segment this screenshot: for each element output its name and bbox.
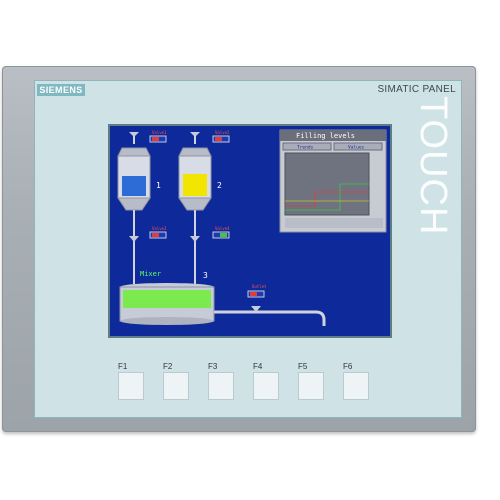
inlet-valve-icon: [190, 132, 200, 137]
tank-1-number: 1: [156, 181, 161, 190]
f4-key[interactable]: F4: [253, 362, 285, 400]
tab-trends-label: Trends: [297, 145, 314, 151]
f3-key-label: F3: [208, 362, 218, 371]
f4-key-label: F4: [253, 362, 263, 371]
inlet-valve-icon: [129, 132, 139, 137]
valve-3-label: Valve3: [152, 226, 167, 231]
f5-key-label: F5: [298, 362, 308, 371]
valve-1[interactable]: Valve1: [149, 130, 167, 143]
valve-icon: [190, 236, 200, 242]
function-key-row: F1 F2 F3 F4 F5 F6: [118, 362, 378, 402]
f2-key[interactable]: F2: [163, 362, 195, 400]
touch-label: TOUCH: [412, 96, 454, 236]
outlet-label: Outlet: [252, 284, 267, 289]
tank-2[interactable]: 2: [178, 147, 222, 211]
f1-key[interactable]: F1: [118, 362, 150, 400]
f1-key-label: F1: [118, 362, 128, 371]
f5-key[interactable]: F5: [298, 362, 330, 400]
valve-icon: [129, 236, 139, 242]
valve-4-label: Valve4: [215, 226, 230, 231]
trend-window[interactable]: Filling levels Trends Values: [279, 129, 387, 233]
valve-3[interactable]: Valve3: [149, 226, 167, 239]
f3-key[interactable]: F3: [208, 362, 240, 400]
tank-1-level: [122, 176, 146, 196]
hmi-screen[interactable]: Valve1 Valve2 1 2 Valve3 Valve4 Mixer 3 …: [108, 124, 392, 338]
trend-window-title: Filling levels: [296, 132, 355, 140]
process-diagram: Valve1 Valve2 1 2 Valve3 Valve4 Mixer 3 …: [117, 129, 387, 326]
tab-values-label: Values: [348, 145, 365, 151]
tank-2-number: 2: [217, 181, 222, 190]
tank-3-number: 3: [203, 271, 208, 280]
valve-2-label: Valve2: [215, 130, 230, 135]
brand-logo: SIEMENS: [37, 84, 85, 96]
trend-window-footer: [285, 218, 383, 228]
f2-key-label: F2: [163, 362, 173, 371]
mixer-label: Mixer: [140, 270, 161, 278]
outlet-pipe-elbow: [315, 310, 326, 326]
tank-1[interactable]: 1: [117, 147, 161, 211]
outlet[interactable]: Outlet: [214, 284, 326, 326]
mixer-level: [123, 290, 211, 308]
valve-2[interactable]: Valve2: [212, 130, 230, 143]
valve-4[interactable]: Valve4: [212, 226, 230, 239]
f6-key-label: F6: [343, 362, 353, 371]
valve-1-label: Valve1: [152, 130, 167, 135]
f6-key[interactable]: F6: [343, 362, 375, 400]
tank-2-level: [183, 174, 207, 196]
model-label: SIMATIC PANEL: [377, 84, 456, 95]
